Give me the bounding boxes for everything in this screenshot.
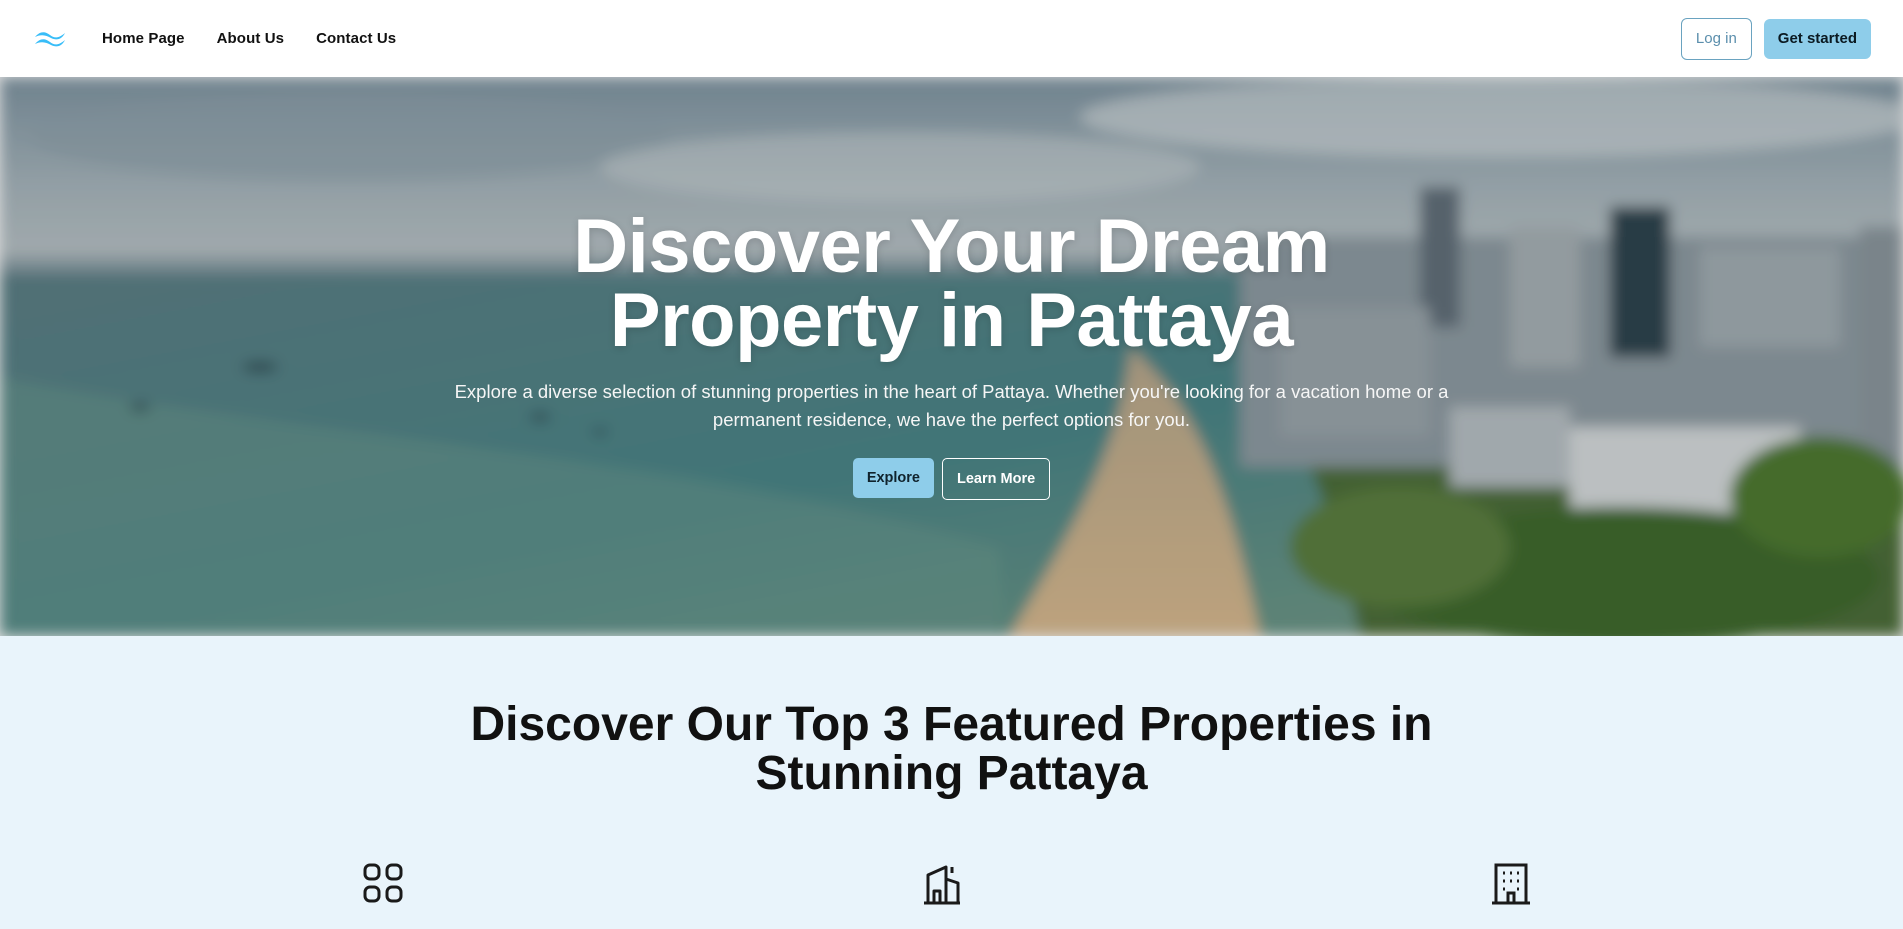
site-header: Home Page About Us Contact Us Log in Get… xyxy=(0,0,1903,77)
hero-description-line-1: Explore a diverse selection of stunning … xyxy=(454,381,1449,402)
hero-description-line-2: permanent residence, we have the perfect… xyxy=(712,409,1191,430)
house-icon xyxy=(920,861,964,905)
featured-title-line-2: Stunning Pattaya xyxy=(755,747,1148,800)
hero-section: Discover Your Dream Property in Pattaya … xyxy=(0,77,1903,636)
hero-title-line-1: Discover Your Dream xyxy=(573,204,1330,289)
hero-buttons: Explore Learn More xyxy=(0,458,1903,500)
featured-title-line-1: Discover Our Top 3 Featured Properties i… xyxy=(470,698,1433,751)
grid-icon xyxy=(361,861,405,905)
nav-contact-us[interactable]: Contact Us xyxy=(316,30,396,47)
nav-home-page[interactable]: Home Page xyxy=(102,30,185,47)
get-started-button[interactable]: Get started xyxy=(1763,18,1871,59)
main-nav: Home Page About Us Contact Us xyxy=(102,30,396,47)
header-actions: Log in Get started xyxy=(1680,17,1871,60)
hero-description: Explore a diverse selection of stunning … xyxy=(447,378,1457,434)
nav-about-us[interactable]: About Us xyxy=(217,30,284,47)
explore-button[interactable]: Explore xyxy=(852,458,934,498)
hero-content: Discover Your Dream Property in Pattaya … xyxy=(0,204,1903,500)
featured-properties-section: Discover Our Top 3 Featured Properties i… xyxy=(0,636,1903,929)
hero-title-line-2: Property in Pattaya xyxy=(609,278,1294,363)
learn-more-button[interactable]: Learn More xyxy=(942,458,1051,500)
tailwind-wave-logo-icon[interactable] xyxy=(32,26,70,52)
featured-title: Discover Our Top 3 Featured Properties i… xyxy=(0,700,1903,798)
building-icon xyxy=(1489,861,1533,905)
hero-title: Discover Your Dream Property in Pattaya xyxy=(0,204,1903,363)
login-button[interactable]: Log in xyxy=(1680,17,1752,60)
